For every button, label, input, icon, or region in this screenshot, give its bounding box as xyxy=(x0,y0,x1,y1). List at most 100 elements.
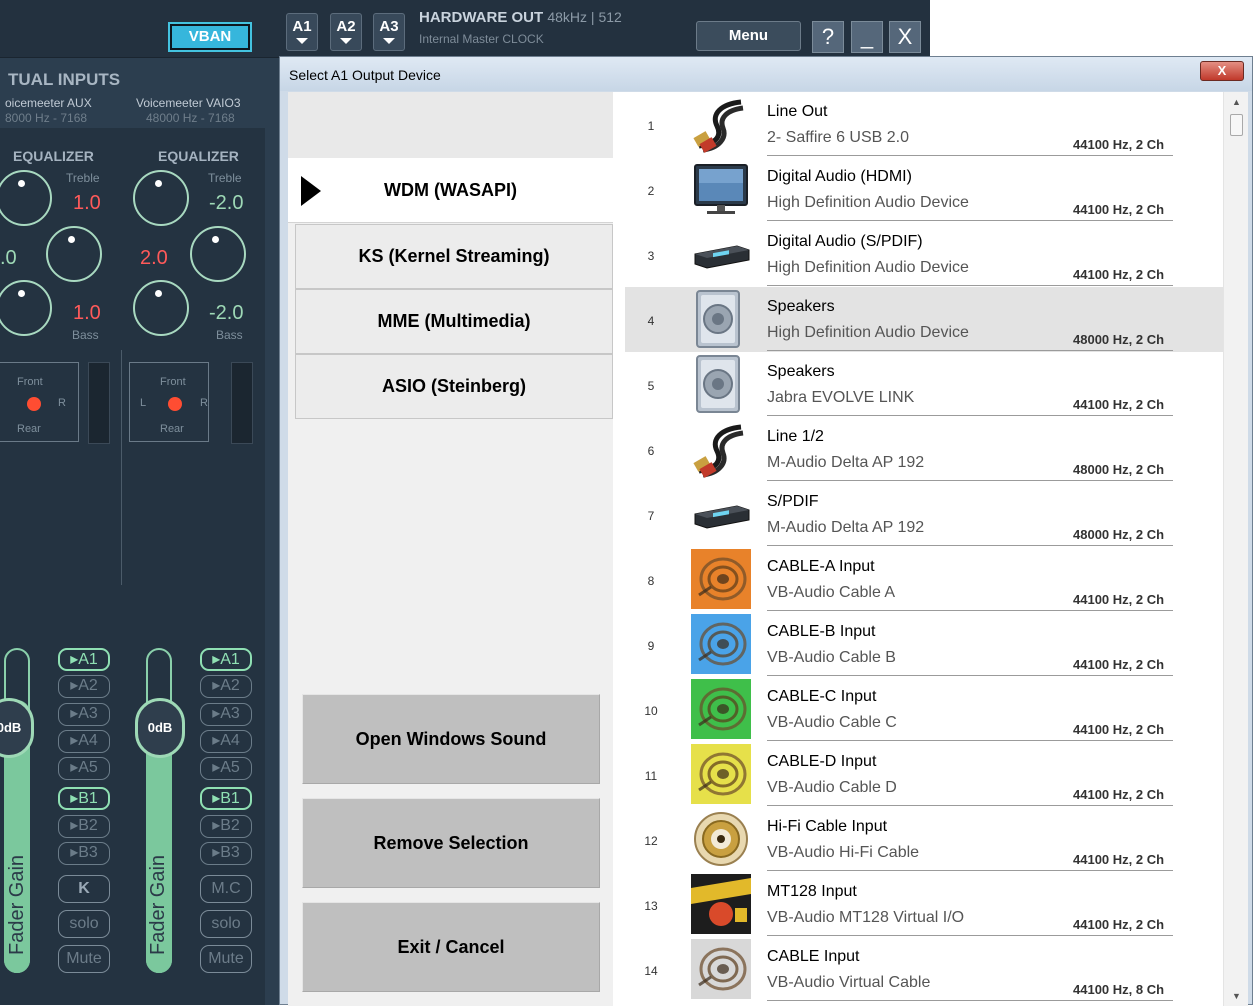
bass-knob[interactable] xyxy=(133,280,189,336)
remove-selection-button[interactable]: Remove Selection xyxy=(302,798,600,888)
bus-b1-toggle[interactable]: ▸B1 xyxy=(58,787,110,810)
row-divider xyxy=(767,675,1173,676)
bus-a4-toggle[interactable]: ▸A4 xyxy=(58,730,110,753)
device-number: 6 xyxy=(647,444,655,458)
device-name: CABLE-D Input xyxy=(767,753,877,770)
cable-reel-icon xyxy=(691,744,751,804)
receiver-icon xyxy=(691,224,751,284)
eq-label: EQUALIZER xyxy=(13,148,94,164)
app-close-button[interactable]: X xyxy=(889,21,921,53)
device-row[interactable]: 13 MT128 Input VB-Audio MT128 Virtual I/O 4… xyxy=(625,872,1223,937)
pan-right-label: R xyxy=(200,397,208,409)
device-driver: VB-Audio Hi-Fi Cable xyxy=(767,844,920,861)
solo-button[interactable]: solo xyxy=(58,910,110,938)
device-row[interactable]: 9 CABLE-B Input VB-Audio Cable B 44100 Hz, … xyxy=(625,612,1223,677)
pan-position-dot[interactable] xyxy=(27,397,41,411)
device-row[interactable]: 7 S/PDIF M-Audio Delta AP 192 48000 Hz, 2 C… xyxy=(625,482,1223,547)
dialog-close-button[interactable]: X xyxy=(1200,61,1244,81)
mute-button[interactable]: Mute xyxy=(58,945,110,973)
pan-pad[interactable]: Front L R Rear xyxy=(129,362,209,442)
device-row[interactable]: 1 Line Out 2- Saffire 6 USB 2.0 44100 Hz, 2… xyxy=(625,92,1223,157)
device-driver: VB-Audio Cable D xyxy=(767,779,897,796)
mid-value: 2.0 xyxy=(140,247,168,269)
cable-reel-icon xyxy=(691,614,751,674)
pan-rear-label: Rear xyxy=(17,423,41,435)
scroll-up-icon[interactable]: ▲ xyxy=(1224,92,1249,112)
device-name: CABLE-B Input xyxy=(767,623,876,640)
menu-button[interactable]: Menu xyxy=(696,21,801,51)
device-number: 13 xyxy=(644,899,658,913)
strip-rate: 48000 Hz - 7168 xyxy=(146,111,235,125)
minimize-button[interactable]: _ xyxy=(851,21,883,53)
open-windows-sound-button[interactable]: Open Windows Sound xyxy=(302,694,600,784)
vban-button[interactable]: VBAN xyxy=(168,22,252,52)
pan-left-label: L xyxy=(140,397,147,409)
top-bar: VBAN A1 A2 A3 HARDWARE OUT 48kHz | 512 I… xyxy=(0,0,930,58)
device-name: S/PDIF xyxy=(767,493,819,510)
bass-value: -2.0 xyxy=(209,302,244,324)
exit-cancel-button[interactable]: Exit / Cancel xyxy=(302,902,600,992)
bus-b2-toggle[interactable]: ▸B2 xyxy=(200,815,252,838)
pan-position-dot[interactable] xyxy=(168,397,182,411)
driver-tab-asio[interactable]: ASIO (Steinberg) xyxy=(295,354,613,419)
level-meter xyxy=(231,362,253,444)
bus-b3-toggle[interactable]: ▸B3 xyxy=(200,842,252,865)
bus-a3-toggle[interactable]: ▸A3 xyxy=(200,703,252,726)
chevron-down-icon xyxy=(296,38,308,44)
bus-select-a1-button[interactable]: A1 xyxy=(286,13,318,51)
device-row[interactable]: 8 CABLE-A Input VB-Audio Cable A 44100 Hz, … xyxy=(625,547,1223,612)
help-button[interactable]: ? xyxy=(812,21,844,53)
device-row[interactable]: 10 CABLE-C Input VB-Audio Cable C 44100 Hz,… xyxy=(625,677,1223,742)
speaker-icon xyxy=(691,354,751,414)
bus-a4-toggle[interactable]: ▸A4 xyxy=(200,730,252,753)
scroll-down-icon[interactable]: ▼ xyxy=(1224,986,1249,1006)
driver-tab-wdm[interactable]: WDM (WASAPI) xyxy=(288,158,613,223)
device-row[interactable]: 5 Speakers Jabra EVOLVE LINK 44100 Hz, 2 Ch xyxy=(625,352,1223,417)
bus-b3-toggle[interactable]: ▸B3 xyxy=(58,842,110,865)
device-format: 44100 Hz, 2 Ch xyxy=(1073,787,1165,802)
row-divider xyxy=(767,545,1173,546)
fader-label: Fader Gain xyxy=(147,854,169,955)
bus-b2-toggle[interactable]: ▸B2 xyxy=(58,815,110,838)
mid-knob[interactable] xyxy=(190,226,246,282)
device-driver: VB-Audio MT128 Virtual I/O xyxy=(767,909,965,926)
bus-a5-toggle[interactable]: ▸A5 xyxy=(58,757,110,780)
scrollbar-thumb[interactable] xyxy=(1230,114,1243,136)
device-number: 2 xyxy=(647,184,655,198)
device-row[interactable]: 2 Digital Audio (HDMI) High Definition Aud… xyxy=(625,157,1223,222)
mono-cue-button[interactable]: M.C xyxy=(200,875,252,903)
dialog-titlebar[interactable]: Select A1 Output Device X xyxy=(280,57,1252,91)
bus-a3-toggle[interactable]: ▸A3 xyxy=(58,703,110,726)
device-list: 1 Line Out 2- Saffire 6 USB 2.0 44100 Hz, 2… xyxy=(613,92,1223,1006)
device-row[interactable]: 11 CABLE-D Input VB-Audio Cable D 44100 Hz,… xyxy=(625,742,1223,807)
treble-knob[interactable] xyxy=(133,170,189,226)
bus-a2-toggle[interactable]: ▸A2 xyxy=(200,675,252,698)
pan-pad[interactable]: Front R Rear xyxy=(0,362,79,442)
mute-button[interactable]: Mute xyxy=(200,945,252,973)
device-number: 3 xyxy=(647,249,655,263)
bus-a5-toggle[interactable]: ▸A5 xyxy=(200,757,252,780)
device-name: Digital Audio (HDMI) xyxy=(767,168,912,185)
bus-a1-toggle[interactable]: ▸A1 xyxy=(58,648,110,671)
device-number: 11 xyxy=(644,769,658,783)
device-row[interactable]: 6 Line 1/2 M-Audio Delta AP 192 48000 Hz, 2… xyxy=(625,417,1223,482)
karaoke-button[interactable]: K xyxy=(58,875,110,903)
bus-b1-toggle[interactable]: ▸B1 xyxy=(200,787,252,810)
bus-a2-toggle[interactable]: ▸A2 xyxy=(58,675,110,698)
device-format: 44100 Hz, 2 Ch xyxy=(1073,397,1165,412)
driver-tab-ks[interactable]: KS (Kernel Streaming) xyxy=(295,224,613,289)
driver-tab-mme[interactable]: MME (Multimedia) xyxy=(295,289,613,354)
bus-label: B3 xyxy=(78,844,98,861)
bus-select-a2-button[interactable]: A2 xyxy=(330,13,362,51)
device-row[interactable]: 12 Hi-Fi Cable Input VB-Audio Hi-Fi Cable 4… xyxy=(625,807,1223,872)
device-list-scrollbar[interactable]: ▲ ▼ xyxy=(1223,92,1248,1006)
device-driver: VB-Audio Cable B xyxy=(767,649,896,666)
device-row[interactable]: 3 Digital Audio (S/PDIF) High Definition A… xyxy=(625,222,1223,287)
device-row[interactable]: 14 CABLE Input VB-Audio Virtual Cable 44100… xyxy=(625,937,1223,1002)
device-row[interactable]: 4 Speakers High Definition Audio Device 480… xyxy=(625,287,1223,352)
solo-button[interactable]: solo xyxy=(200,910,252,938)
fader-handle[interactable]: 0dB xyxy=(135,698,185,758)
bus-select-a3-button[interactable]: A3 xyxy=(373,13,405,51)
bus-a1-toggle[interactable]: ▸A1 xyxy=(200,648,252,671)
mid-knob[interactable] xyxy=(46,226,102,282)
